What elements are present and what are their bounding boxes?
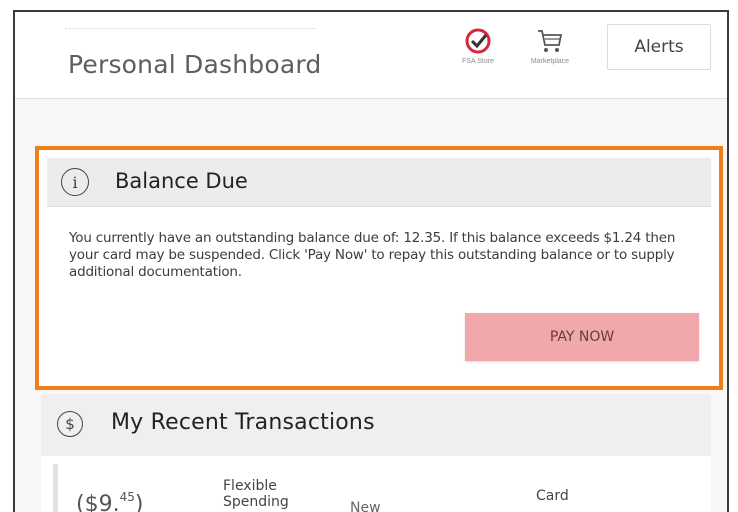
transaction-account: Flexible Spending bbox=[223, 478, 289, 510]
recent-transactions-card: $ My Recent Transactions ($9.45) Flexibl… bbox=[41, 394, 711, 512]
shopping-cart-icon bbox=[538, 30, 563, 52]
transaction-type: Card bbox=[536, 488, 569, 504]
app-frame: Personal Dashboard FSA Store Marketplace… bbox=[13, 10, 729, 512]
balance-due-title: Balance Due bbox=[115, 169, 248, 193]
dollar-icon: $ bbox=[57, 411, 83, 437]
transaction-amount: ($9.45) bbox=[76, 490, 144, 512]
transaction-status: New bbox=[350, 500, 381, 512]
fsa-store-button[interactable]: FSA Store bbox=[443, 26, 513, 65]
balance-due-message: You currently have an outstanding balanc… bbox=[69, 230, 676, 280]
marketplace-button[interactable]: Marketplace bbox=[515, 26, 585, 65]
info-icon: i bbox=[61, 168, 89, 196]
balance-due-header: i Balance Due bbox=[47, 158, 711, 207]
balance-due-card: i Balance Due You currently have an outs… bbox=[35, 146, 723, 390]
transaction-row[interactable]: ($9.45) Flexible Spending New Card bbox=[53, 464, 708, 512]
header-divider bbox=[65, 28, 315, 30]
page-title: Personal Dashboard bbox=[68, 50, 322, 79]
fsa-store-label: FSA Store bbox=[462, 58, 494, 65]
header: Personal Dashboard FSA Store Marketplace… bbox=[15, 12, 727, 99]
recent-transactions-title: My Recent Transactions bbox=[111, 410, 375, 435]
pay-now-button[interactable]: PAY NOW bbox=[465, 313, 699, 361]
alerts-button[interactable]: Alerts bbox=[607, 24, 711, 70]
recent-transactions-header: $ My Recent Transactions bbox=[41, 394, 711, 456]
fsa-store-icon bbox=[465, 28, 491, 54]
marketplace-label: Marketplace bbox=[530, 58, 570, 65]
